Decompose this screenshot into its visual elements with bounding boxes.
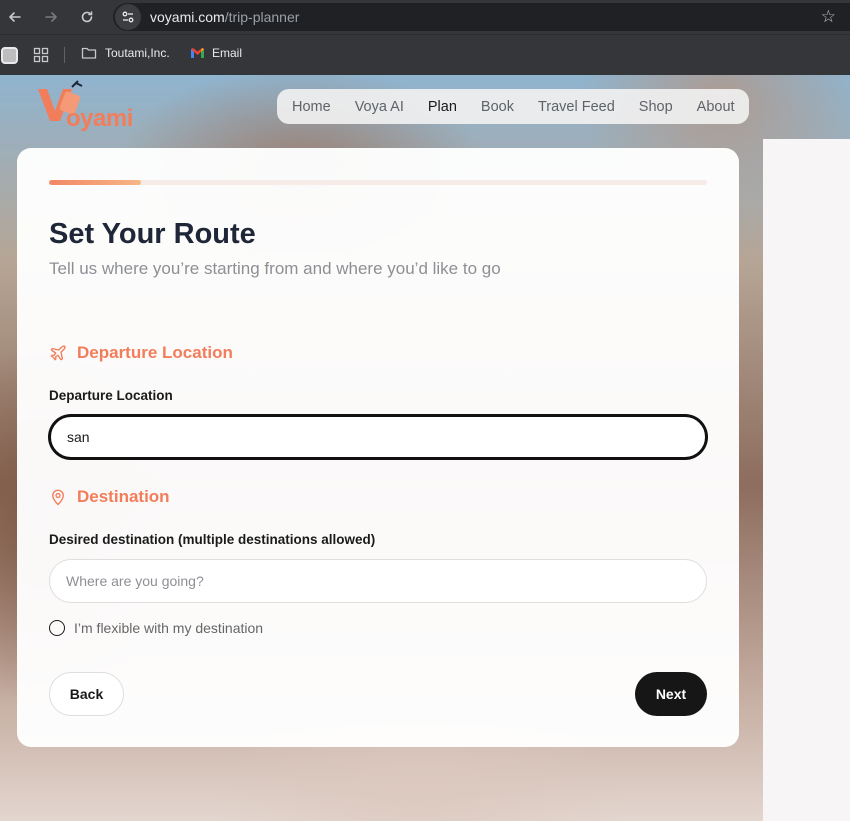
url-text: voyami.com/trip-planner (150, 9, 299, 25)
nav-home[interactable]: Home (292, 99, 331, 115)
page-content: oyami Home Voya AI Plan Book Travel Feed… (0, 75, 850, 821)
bookmark-email[interactable]: Email (190, 46, 242, 60)
nav-book[interactable]: Book (481, 99, 514, 115)
apps-grid-icon[interactable] (33, 47, 49, 68)
folder-icon (81, 47, 97, 59)
departure-label: Departure Location (49, 388, 173, 403)
back-button[interactable]: Back (49, 672, 124, 716)
side-panel (763, 139, 850, 821)
bookmark-label: Email (212, 46, 243, 60)
address-bar[interactable]: voyami.com/trip-planner ☆ (113, 3, 850, 31)
url-host: voyami.com (150, 9, 225, 25)
flexible-destination-option[interactable]: I’m flexible with my destination (49, 620, 263, 636)
voyami-logo[interactable]: oyami (36, 79, 146, 132)
progress-bar (49, 180, 707, 185)
destination-label: Desired destination (multiple destinatio… (49, 532, 376, 547)
reload-icon[interactable] (76, 6, 98, 28)
next-button[interactable]: Next (635, 672, 707, 716)
route-form-card: Set Your Route Tell us where you’re star… (17, 148, 739, 747)
plane-icon (50, 345, 66, 361)
tab-search-icon[interactable] (1, 47, 18, 64)
bookmarks-bar: Toutami,Inc. Email (0, 34, 850, 75)
bookmarks-divider (64, 47, 65, 63)
nav-plan[interactable]: Plan (428, 99, 457, 115)
departure-section-heading: Departure Location (49, 343, 233, 363)
progress-fill (49, 180, 142, 185)
bookmark-star-icon[interactable]: ☆ (821, 7, 836, 27)
forward-arrow-icon[interactable] (40, 6, 62, 28)
browser-toolbar: voyami.com/trip-planner ☆ (0, 0, 850, 34)
back-arrow-icon[interactable] (4, 6, 26, 28)
destination-section-title: Destination (77, 487, 170, 506)
map-pin-icon (52, 489, 64, 506)
url-path: /trip-planner (224, 9, 300, 25)
logo-text: oyami (66, 105, 133, 132)
flexible-radio[interactable] (49, 620, 65, 636)
nav-about[interactable]: About (697, 99, 735, 115)
bookmark-label: Toutami,Inc. (105, 46, 170, 60)
main-navigation: Home Voya AI Plan Book Travel Feed Shop … (277, 89, 749, 124)
gmail-icon (191, 48, 204, 58)
site-info-icon[interactable] (115, 4, 141, 30)
departure-input[interactable] (49, 415, 707, 459)
flexible-label: I’m flexible with my destination (74, 620, 264, 636)
page-subtitle: Tell us where you’re starting from and w… (49, 259, 501, 278)
bookmark-toutami[interactable]: Toutami,Inc. (81, 46, 170, 60)
nav-shop[interactable]: Shop (639, 99, 673, 115)
destination-section-heading: Destination (49, 487, 170, 507)
page-title: Set Your Route (49, 218, 256, 250)
nav-travel-feed[interactable]: Travel Feed (538, 99, 615, 115)
departure-section-title: Departure Location (77, 343, 233, 362)
nav-voya-ai[interactable]: Voya AI (355, 99, 404, 115)
destination-input[interactable] (49, 559, 707, 603)
